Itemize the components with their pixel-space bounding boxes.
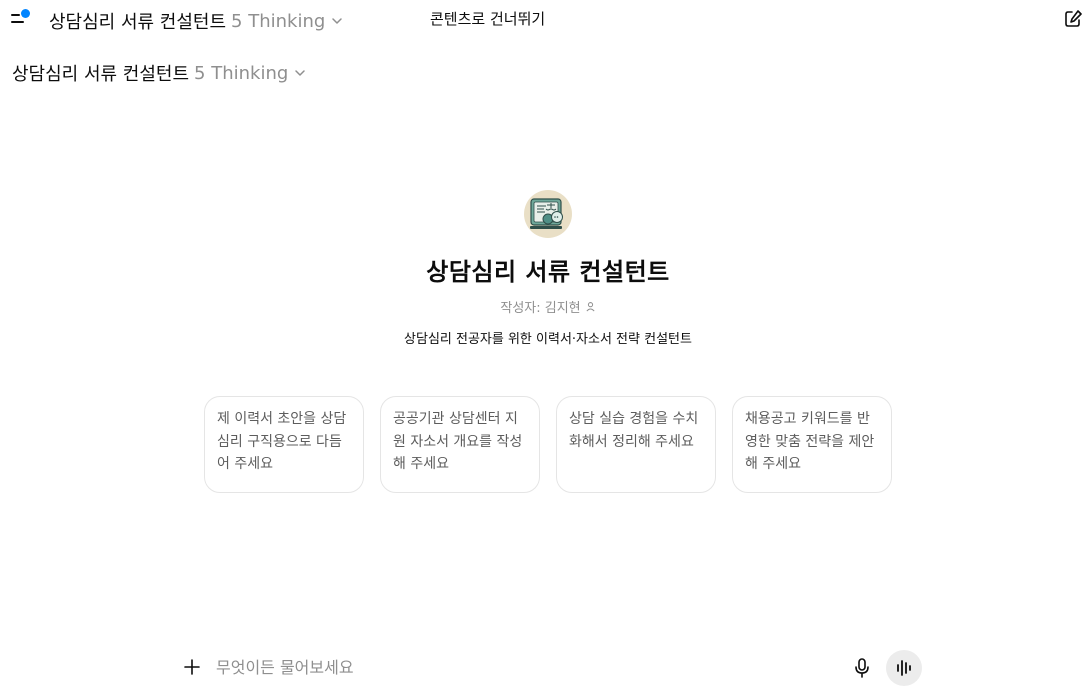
person-icon bbox=[586, 302, 595, 312]
gpt-intro: 상담심리 서류 컨설턴트 작성자: 김지현 상담심리 전공자를 위한 이력서·자… bbox=[0, 190, 1082, 347]
composer bbox=[174, 645, 926, 689]
chevron-down-icon bbox=[295, 70, 306, 76]
top-bar: 상담심리 서류 컨설턴트 5 Thinking 콘텐츠로 건너뛰기 bbox=[0, 0, 1082, 40]
waveform-icon bbox=[897, 660, 911, 676]
starter-card[interactable]: 채용공고 키워드를 반영한 맞춤 전략을 제안해 주세요 bbox=[732, 396, 892, 493]
model-switcher[interactable]: 상담심리 서류 컨설턴트 5 Thinking bbox=[49, 8, 343, 34]
model-name: 상담심리 서류 컨설턴트 bbox=[49, 12, 227, 33]
document-counseling-icon bbox=[530, 198, 563, 229]
conversation-starters: 제 이력서 초안을 상담심리 구직용으로 다듬어 주세요 공공기관 상담센터 지… bbox=[204, 396, 892, 493]
model-version: 5 Thinking bbox=[231, 10, 326, 32]
chevron-down-icon bbox=[332, 18, 343, 24]
sidebar-toggle-bar bbox=[11, 21, 24, 23]
notification-dot bbox=[21, 9, 30, 18]
model-switcher-secondary[interactable]: 상담심리 서류 컨설턴트 5 Thinking bbox=[12, 60, 306, 86]
gpt-title: 상담심리 서류 컨설턴트 bbox=[426, 258, 670, 286]
sidebar-toggle-bar bbox=[11, 14, 20, 16]
model-version: 5 Thinking bbox=[194, 62, 289, 84]
starter-card[interactable]: 공공기관 상담센터 지원 자소서 개요를 작성해 주세요 bbox=[380, 396, 540, 493]
gpt-avatar bbox=[524, 190, 572, 238]
microphone-icon[interactable] bbox=[852, 657, 872, 679]
starter-card[interactable]: 상담 실습 경험을 수치화해서 정리해 주세요 bbox=[556, 396, 716, 493]
author-line[interactable]: 작성자: 김지현 bbox=[0, 297, 1082, 316]
model-name: 상담심리 서류 컨설턴트 bbox=[12, 64, 190, 85]
starter-card[interactable]: 제 이력서 초안을 상담심리 구직용으로 다듬어 주세요 bbox=[204, 396, 364, 493]
gpt-description: 상담심리 전공자를 위한 이력서·자소서 전략 컨설턴트 bbox=[404, 332, 692, 347]
voice-mode-button[interactable] bbox=[886, 650, 922, 686]
prompt-input[interactable] bbox=[216, 655, 816, 679]
sidebar-toggle-icon[interactable] bbox=[10, 9, 32, 29]
new-chat-icon[interactable] bbox=[1064, 9, 1082, 29]
skip-to-content-link[interactable]: 콘텐츠로 건너뛰기 bbox=[430, 8, 545, 29]
plus-icon[interactable] bbox=[182, 657, 202, 677]
author-label: 작성자: 김지현 bbox=[500, 301, 581, 316]
